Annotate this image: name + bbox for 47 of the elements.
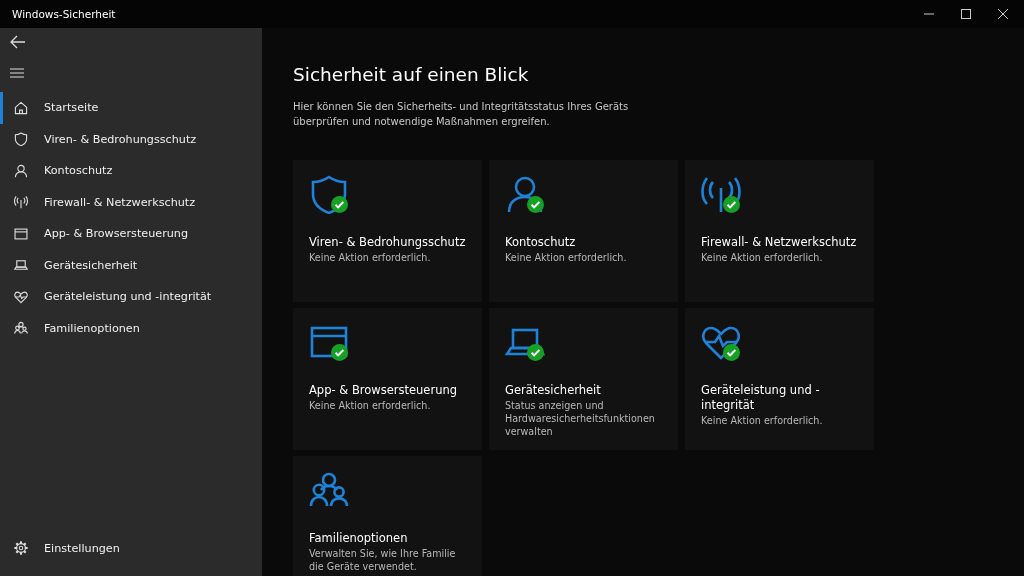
card-description: Keine Aktion erforderlich. — [309, 399, 432, 412]
settings-item[interactable]: Einstellungen — [0, 532, 262, 564]
back-arrow-icon[interactable] — [10, 35, 26, 49]
status-card[interactable]: App- & Browsersteuerung Keine Aktion erforderlich. — [293, 308, 482, 450]
status-card[interactable]: Geräteleistung und -integrität Keine Aktion erforderlich. — [685, 308, 874, 450]
nav-item[interactable]: Familienoptionen — [0, 312, 262, 344]
nav-item[interactable]: Kontoschutz — [0, 155, 262, 187]
card-description: Keine Aktion erforderlich. — [701, 251, 824, 264]
shield-icon — [309, 174, 349, 214]
card-title: App- & Browsersteuerung — [309, 383, 459, 398]
window-title: Windows-Sicherheit — [12, 8, 116, 20]
card-title: Familienoptionen — [309, 531, 409, 546]
close-icon[interactable] — [998, 9, 1008, 19]
card-title: Firewall- & Netzwerkschutz — [701, 235, 858, 250]
nav-item[interactable]: Gerätesicherheit — [0, 249, 262, 281]
settings-icon — [14, 541, 28, 556]
antenna-icon — [14, 195, 28, 210]
status-card[interactable]: Viren- & Bedrohungsschutz Keine Aktion erforderlich. — [293, 160, 482, 302]
nav-item[interactable]: Geräteleistung und -integrität — [0, 281, 262, 313]
page-heading: Sicherheit auf einen Blick — [293, 64, 530, 85]
heart-icon — [14, 289, 28, 304]
card-title: Gerätesicherheit — [505, 383, 602, 398]
intro-text: Hier können Sie den Sicherheits- und Integritätsstatus Ihres Geräts überprüfen und notwendige Maßnahmen ergreifen. — [293, 100, 630, 129]
nav-item[interactable]: App- & Browsersteuerung — [0, 218, 262, 250]
card-title: Viren- & Bedrohungsschutz — [309, 235, 466, 250]
person-icon — [14, 163, 28, 178]
person-icon — [505, 174, 545, 214]
window-icon — [14, 226, 28, 241]
card-description: Status anzeigen und Hardwaresicherheitsfunktionen verwalten — [505, 399, 656, 438]
laptop-icon — [14, 258, 28, 273]
menu-icon[interactable] — [10, 68, 24, 78]
status-card[interactable]: Gerätesicherheit Status anzeigen und Hardwaresicherheitsfunktionen verwalten — [489, 308, 678, 450]
card-description: Keine Aktion erforderlich. — [505, 251, 628, 264]
home-icon — [14, 100, 28, 115]
status-card[interactable]: Familienoptionen Verwalten Sie, wie Ihre Familie die Geräte verwendet. — [293, 456, 482, 576]
status-card[interactable]: Firewall- & Netzwerkschutz Keine Aktion erforderlich. — [685, 160, 874, 302]
family-icon — [14, 321, 28, 336]
card-description: Verwalten Sie, wie Ihre Familie die Geräte verwendet. — [309, 547, 457, 573]
maximize-icon[interactable] — [961, 9, 971, 19]
card-title: Geräteleistung und -integrität — [701, 383, 821, 413]
nav-item[interactable]: Viren- & Bedrohungsschutz — [0, 123, 262, 155]
status-card[interactable]: Kontoschutz Keine Aktion erforderlich. — [489, 160, 678, 302]
card-title: Kontoschutz — [505, 235, 577, 250]
card-description: Keine Aktion erforderlich. — [309, 251, 432, 264]
shield-icon — [14, 132, 28, 147]
card-description: Keine Aktion erforderlich. — [701, 414, 824, 427]
nav-item[interactable]: Firewall- & Netzwerkschutz — [0, 186, 262, 218]
